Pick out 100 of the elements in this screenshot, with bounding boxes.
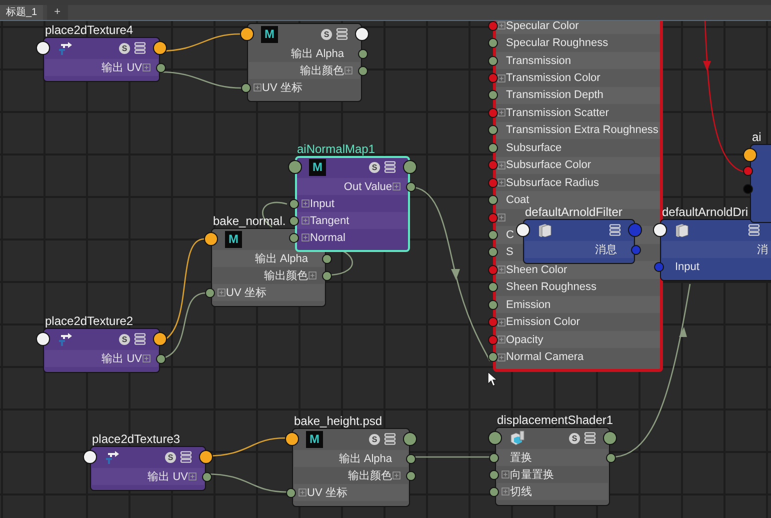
expand-icon[interactable]	[497, 108, 506, 118]
port-dot[interactable]	[488, 178, 498, 188]
port-dot[interactable]	[743, 148, 757, 162]
port-dot[interactable]	[204, 232, 218, 246]
attribute-label: Transmission Extra Roughness	[506, 124, 658, 136]
menu-icon[interactable]	[584, 432, 596, 444]
node-card[interactable]	[660, 219, 771, 281]
attribute-label: Subsurface Radius	[506, 176, 599, 189]
node-card[interactable]	[43, 37, 160, 82]
port-dot[interactable]	[241, 82, 251, 92]
port-dot[interactable]	[406, 182, 416, 192]
port-dot[interactable]	[199, 450, 213, 464]
port-dot[interactable]	[488, 195, 498, 206]
port-dot[interactable]	[240, 27, 254, 41]
port-dot[interactable]	[489, 470, 499, 480]
port-dot[interactable]	[286, 488, 296, 498]
tab[interactable]: 标题_1	[0, 5, 44, 20]
expand-icon[interactable]	[497, 178, 506, 188]
port-dot[interactable]	[606, 452, 616, 462]
port-dot[interactable]	[488, 38, 498, 48]
attribute-label: UV 坐标	[226, 286, 266, 300]
expand-icon[interactable]	[497, 21, 506, 30]
port-dot[interactable]	[36, 332, 50, 346]
port-dot[interactable]	[603, 431, 617, 445]
expand-icon[interactable]	[142, 354, 151, 363]
node-card[interactable]	[90, 446, 206, 491]
expand-icon[interactable]	[301, 233, 310, 242]
node-card[interactable]	[523, 219, 635, 264]
menu-icon[interactable]	[384, 161, 396, 173]
node-card[interactable]	[43, 328, 160, 373]
menu-icon[interactable]	[180, 451, 192, 463]
port-dot[interactable]	[488, 160, 498, 170]
port-dot[interactable]	[488, 230, 498, 240]
port-dot[interactable]	[488, 125, 498, 136]
port-dot[interactable]	[406, 454, 416, 464]
port-dot[interactable]	[488, 90, 498, 100]
port-dot[interactable]	[489, 452, 499, 462]
port-dot[interactable]	[322, 254, 332, 264]
port-dot[interactable]	[488, 352, 498, 362]
node-card[interactable]	[247, 23, 362, 102]
new-tab-button[interactable]: +	[47, 5, 68, 20]
node-card[interactable]	[495, 427, 610, 506]
menu-icon[interactable]	[609, 224, 621, 236]
port-dot[interactable]	[285, 432, 299, 446]
port-dot[interactable]	[488, 108, 498, 118]
menu-icon[interactable]	[748, 224, 760, 236]
port-dot[interactable]	[355, 27, 369, 41]
port-dot[interactable]	[403, 160, 417, 174]
port-dot[interactable]	[488, 212, 498, 223]
port-dot[interactable]	[488, 264, 498, 275]
port-dot[interactable]	[289, 198, 299, 208]
port-dot[interactable]	[488, 300, 498, 310]
expand-icon[interactable]	[301, 216, 310, 225]
expand-icon[interactable]	[497, 74, 506, 83]
port-dot[interactable]	[488, 73, 498, 84]
port-dot[interactable]	[488, 431, 502, 445]
port-dot[interactable]	[488, 317, 498, 328]
port-dot[interactable]	[488, 247, 498, 258]
attribute-label: 消	[757, 243, 768, 257]
menu-icon[interactable]	[336, 28, 348, 40]
node-card[interactable]	[292, 428, 410, 507]
menu-icon[interactable]	[134, 333, 146, 345]
port-dot[interactable]	[743, 184, 753, 194]
port-dot[interactable]	[488, 21, 498, 31]
expand-icon[interactable]	[497, 318, 506, 327]
expand-icon[interactable]	[142, 63, 151, 72]
port-dot[interactable]	[488, 282, 498, 292]
expand-icon[interactable]	[497, 213, 506, 222]
port-dot[interactable]	[406, 470, 416, 480]
expand-icon[interactable]	[392, 182, 401, 191]
menu-icon[interactable]	[134, 42, 146, 54]
port-dot[interactable]	[403, 432, 417, 446]
port-dot[interactable]	[488, 142, 498, 153]
port-dot[interactable]	[83, 450, 97, 464]
port-dot[interactable]	[743, 166, 753, 176]
expand-icon[interactable]	[497, 352, 506, 362]
port-dot[interactable]	[489, 486, 499, 496]
expand-icon[interactable]	[188, 472, 197, 481]
port-dot[interactable]	[153, 332, 167, 346]
port-dot[interactable]	[488, 334, 498, 345]
port-dot[interactable]	[153, 41, 167, 55]
layers-icon	[674, 222, 690, 238]
expand-icon[interactable]	[497, 335, 506, 344]
expand-icon[interactable]	[497, 160, 506, 170]
expand-icon[interactable]	[301, 199, 310, 208]
port-dot[interactable]	[288, 160, 302, 174]
port-dot[interactable]	[156, 354, 166, 364]
attribute-label: Coat	[506, 194, 530, 206]
port-dot[interactable]	[358, 48, 368, 58]
port-dot[interactable]	[289, 216, 299, 226]
port-dot[interactable]	[36, 41, 50, 55]
menu-icon[interactable]	[384, 433, 396, 445]
node-card[interactable]	[750, 144, 771, 223]
port-dot[interactable]	[205, 288, 215, 298]
node-card[interactable]	[493, 21, 663, 372]
port-dot[interactable]	[358, 66, 368, 76]
port-dot[interactable]	[488, 56, 498, 66]
attribute-label: Transmission Scatter	[506, 106, 609, 119]
node-type-badge: M	[306, 430, 323, 448]
expand-icon[interactable]	[497, 265, 506, 274]
